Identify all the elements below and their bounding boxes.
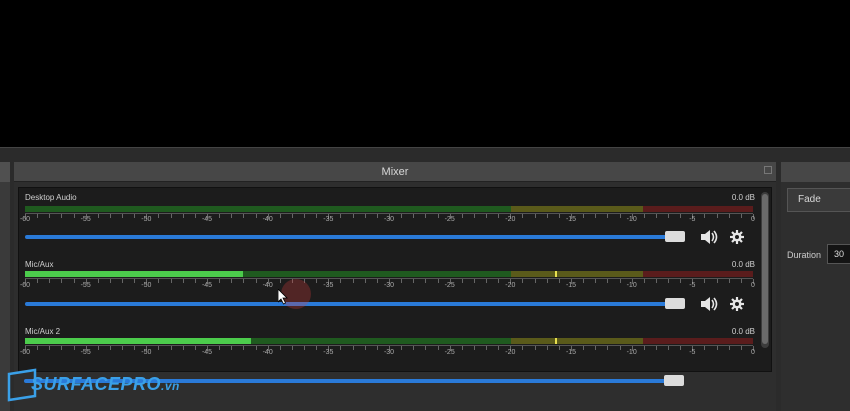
- db-scale-label: -60: [19, 349, 31, 356]
- peak-marker: [555, 271, 557, 277]
- db-scale-label: -40: [262, 349, 273, 356]
- mixer-channel-mic-aux: Mic/Aux 0.0 dB -60 -55 -50 -45 -40 -35 -30 -25-…: [19, 260, 759, 326]
- db-scale-label: -5: [689, 349, 696, 356]
- scrollbar-handle[interactable]: [762, 194, 768, 344]
- db-scale-label: -40: [262, 216, 273, 223]
- mixer-scrollbar[interactable]: [761, 192, 769, 348]
- duration-input[interactable]: 30: [827, 244, 850, 264]
- db-scale: -60 -55 -50 -45 -40 -35 -30 -25 -20 -15 -10 -5 0: [20, 282, 755, 292]
- channel-name: Mic/Aux 2: [25, 327, 61, 336]
- db-scale-label: -10: [626, 282, 637, 289]
- db-scale-label: -35: [323, 216, 334, 223]
- transition-select[interactable]: Fade: [787, 188, 850, 212]
- meter-level: [25, 338, 251, 344]
- db-scale-label: -45: [201, 216, 213, 223]
- volume-slider-handle[interactable]: [665, 298, 685, 309]
- speaker-icon[interactable]: [699, 295, 719, 313]
- db-scale-label: -25: [444, 216, 455, 223]
- db-scale-label: -25: [444, 349, 455, 356]
- db-scale-label: -60: [19, 282, 31, 289]
- volume-slider[interactable]: [25, 298, 685, 309]
- db-scale-label: -15: [565, 282, 577, 289]
- db-scale-label: -40: [262, 282, 273, 289]
- float-dock-icon[interactable]: [764, 166, 772, 174]
- db-scale-label: -15: [565, 216, 577, 223]
- db-scale-label: -45: [201, 282, 213, 289]
- volume-slider-handle[interactable]: [664, 375, 684, 386]
- db-scale-label: -20: [505, 349, 516, 356]
- db-scale: -60 -55 -50 -45 -40 -35 -30 -25 -20 -15 -10 -5 0: [20, 349, 755, 359]
- volume-meter: [25, 271, 753, 277]
- db-scale-label: -45: [201, 349, 213, 356]
- db-scale-label: -50: [141, 349, 152, 356]
- db-scale-label: -30: [383, 349, 395, 356]
- volume-slider-handle[interactable]: [665, 231, 685, 242]
- db-scale-label: -10: [626, 349, 637, 356]
- db-scale-label: -55: [80, 349, 91, 356]
- watermark-brand: SURFACEPRO: [31, 374, 162, 394]
- db-scale-label: -10: [626, 216, 637, 223]
- mixer-title: Mixer: [381, 166, 409, 178]
- channel-name: Mic/Aux: [25, 260, 54, 269]
- volume-meter: [25, 338, 753, 344]
- mixer-title-bar[interactable]: Mixer: [14, 162, 776, 182]
- db-scale-label: -20: [505, 216, 516, 223]
- watermark-suffix: .vn: [161, 379, 180, 393]
- channel-db: 0.0 dB: [731, 327, 755, 336]
- db-scale-label: -50: [141, 216, 152, 223]
- volume-slider[interactable]: [25, 231, 685, 242]
- db-scale-label: -25: [444, 282, 455, 289]
- db-scale-label: -30: [383, 216, 395, 223]
- volume-meter: [25, 206, 753, 212]
- gear-icon[interactable]: [727, 228, 747, 246]
- db-scale-label: -60: [19, 216, 31, 223]
- db-scale-label: -50: [141, 282, 152, 289]
- db-scale-label: -35: [323, 282, 334, 289]
- db-scale-label: 0: [751, 349, 755, 356]
- mixer-panel: Desktop Audio 0.0 dB -60 -55 -50 -45 -40 -35-…: [18, 187, 772, 372]
- db-scale-label: -15: [565, 349, 577, 356]
- db-scale-label: 0: [751, 282, 755, 289]
- db-scale-label: -20: [505, 282, 516, 289]
- scene-transitions-dock: Fade Duration 30: [781, 162, 850, 411]
- speaker-icon[interactable]: [699, 228, 719, 246]
- db-scale-label: 0: [751, 216, 755, 223]
- peak-marker: [555, 338, 557, 344]
- db-scale-label: -35: [323, 349, 334, 356]
- db-scale-label: -30: [383, 282, 395, 289]
- meter-level: [25, 271, 244, 277]
- channel-db: 0.0 dB: [731, 193, 755, 202]
- transitions-titlebar: [781, 162, 850, 182]
- mixer-channel-desktop-audio: Desktop Audio 0.0 dB -60 -55 -50 -45 -40 -35-…: [19, 193, 759, 259]
- duration-label: Duration: [787, 250, 822, 260]
- channel-name: Desktop Audio: [25, 193, 77, 202]
- db-scale-label: -5: [689, 282, 696, 289]
- db-scale: -60 -55 -50 -45 -40 -35 -30 -25 -20 -15 -10 -5 0: [20, 216, 755, 226]
- left-dock-titlebar: [0, 162, 10, 182]
- db-scale-label: -5: [689, 216, 696, 223]
- mouse-cursor-icon: [278, 289, 288, 305]
- db-scale-label: -55: [80, 282, 91, 289]
- watermark-logo: SURFACEPRO.vn: [5, 366, 179, 404]
- watermark-text: SURFACEPRO.vn: [31, 374, 180, 395]
- gear-icon[interactable]: [727, 295, 747, 313]
- db-scale-label: -55: [80, 216, 91, 223]
- preview-canvas: [0, 0, 850, 147]
- channel-db: 0.0 dB: [731, 260, 755, 269]
